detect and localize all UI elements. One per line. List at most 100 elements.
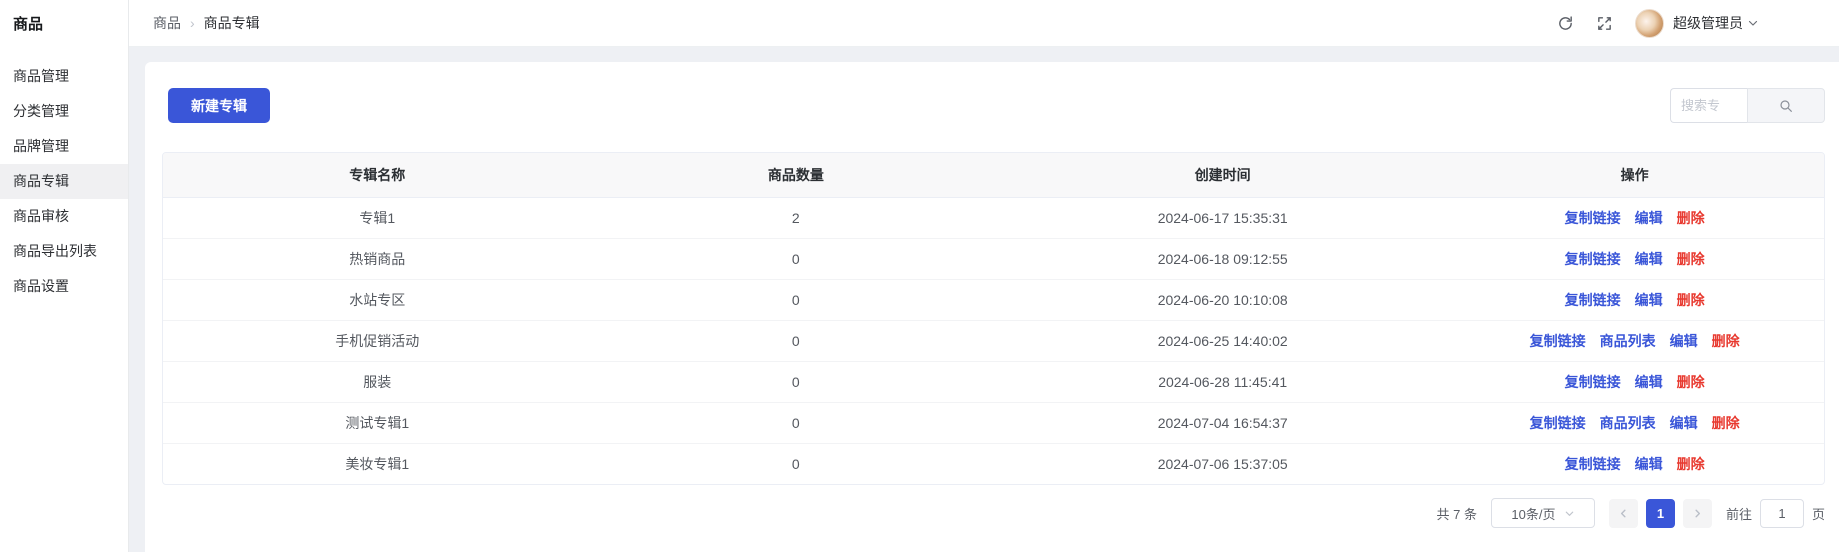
sidebar-item-product-review[interactable]: 商品审核 xyxy=(0,199,128,234)
chevron-down-icon xyxy=(1564,508,1575,519)
user-name[interactable]: 超级管理员 xyxy=(1673,13,1743,33)
table-body: 专辑122024-06-17 15:35:31复制链接编辑删除热销商品02024… xyxy=(163,197,1824,484)
pagination: 共 7 条 10条/页 1 前往 页 xyxy=(162,498,1825,528)
product-list-action[interactable]: 商品列表 xyxy=(1600,333,1656,349)
page-unit-label: 页 xyxy=(1812,504,1825,523)
copy-link-action[interactable]: 复制链接 xyxy=(1565,456,1621,472)
product-count-cell: 0 xyxy=(592,320,1001,361)
topbar-actions: 超级管理员 xyxy=(1535,9,1759,38)
created-time-cell: 2024-06-18 09:12:55 xyxy=(1000,238,1445,279)
album-name-cell: 美妆专辑1 xyxy=(163,443,592,484)
edit-action[interactable]: 编辑 xyxy=(1635,292,1663,308)
created-time-cell: 2024-07-04 16:54:37 xyxy=(1000,402,1445,443)
column-header-album-name: 专辑名称 xyxy=(163,153,592,197)
album-name-cell: 手机促销活动 xyxy=(163,320,592,361)
sidebar-item-product-management[interactable]: 商品管理 xyxy=(0,59,128,94)
sidebar-item-product-export-list[interactable]: 商品导出列表 xyxy=(0,234,128,269)
table-row: 水站专区02024-06-20 10:10:08复制链接编辑删除 xyxy=(163,279,1824,320)
column-header-created-time: 创建时间 xyxy=(1000,153,1445,197)
breadcrumb-item-products[interactable]: 商品 xyxy=(153,13,181,33)
created-time-cell: 2024-06-28 11:45:41 xyxy=(1000,361,1445,402)
actions-cell: 复制链接编辑删除 xyxy=(1445,443,1824,484)
toolbar: 新建专辑 xyxy=(162,88,1825,123)
chevron-right-icon xyxy=(1692,508,1703,519)
product-count-cell: 0 xyxy=(592,279,1001,320)
column-header-product-count: 商品数量 xyxy=(592,153,1001,197)
product-count-cell: 0 xyxy=(592,238,1001,279)
edit-action[interactable]: 编辑 xyxy=(1670,333,1698,349)
search-icon xyxy=(1778,98,1794,114)
edit-action[interactable]: 编辑 xyxy=(1635,374,1663,390)
copy-link-action[interactable]: 复制链接 xyxy=(1530,333,1586,349)
goto-page-input[interactable] xyxy=(1760,499,1804,528)
delete-action[interactable]: 删除 xyxy=(1712,415,1740,431)
fullscreen-icon[interactable] xyxy=(1596,15,1613,32)
page-size-select[interactable]: 10条/页 xyxy=(1491,498,1595,528)
prev-page-button[interactable] xyxy=(1609,499,1638,528)
product-count-cell: 0 xyxy=(592,361,1001,402)
actions-cell: 复制链接商品列表编辑删除 xyxy=(1445,320,1824,361)
actions-cell: 复制链接编辑删除 xyxy=(1445,238,1824,279)
copy-link-action[interactable]: 复制链接 xyxy=(1565,292,1621,308)
new-album-button[interactable]: 新建专辑 xyxy=(168,88,270,123)
product-count-cell: 2 xyxy=(592,197,1001,238)
delete-action[interactable]: 删除 xyxy=(1677,210,1705,226)
sidebar-item-product-albums[interactable]: 商品专辑 xyxy=(0,164,128,199)
sidebar-menu: 商品管理分类管理品牌管理商品专辑商品审核商品导出列表商品设置 xyxy=(0,47,128,304)
album-name-cell: 热销商品 xyxy=(163,238,592,279)
user-avatar[interactable] xyxy=(1635,9,1664,38)
table-row: 热销商品02024-06-18 09:12:55复制链接编辑删除 xyxy=(163,238,1824,279)
delete-action[interactable]: 删除 xyxy=(1677,251,1705,267)
actions-cell: 复制链接编辑删除 xyxy=(1445,197,1824,238)
edit-action[interactable]: 编辑 xyxy=(1635,456,1663,472)
table-row: 测试专辑102024-07-04 16:54:37 复制链接商品列表编辑删除 xyxy=(163,402,1824,443)
table-row: 专辑122024-06-17 15:35:31复制链接编辑删除 xyxy=(163,197,1824,238)
pagination-total: 共 7 条 xyxy=(1437,504,1477,523)
copy-link-action[interactable]: 复制链接 xyxy=(1565,210,1621,226)
product-count-cell: 0 xyxy=(592,402,1001,443)
page-1-button[interactable]: 1 xyxy=(1646,499,1675,528)
sidebar: 商品 商品管理分类管理品牌管理商品专辑商品审核商品导出列表商品设置 xyxy=(0,0,129,552)
breadcrumb: 商品 › 商品专辑 xyxy=(153,13,260,33)
search-input[interactable] xyxy=(1670,88,1747,123)
created-time-cell: 2024-06-17 15:35:31 xyxy=(1000,197,1445,238)
breadcrumb-separator-icon: › xyxy=(190,15,195,31)
created-time-cell: 2024-07-06 15:37:05 xyxy=(1000,443,1445,484)
album-name-cell: 服装 xyxy=(163,361,592,402)
sidebar-item-brand-management[interactable]: 品牌管理 xyxy=(0,129,128,164)
table-header-row: 专辑名称商品数量创建时间操作 xyxy=(163,153,1824,197)
sidebar-item-product-settings[interactable]: 商品设置 xyxy=(0,269,128,304)
created-time-cell: 2024-06-25 14:40:02 xyxy=(1000,320,1445,361)
refresh-icon[interactable] xyxy=(1557,15,1574,32)
page-size-value: 10条/页 xyxy=(1511,504,1555,523)
actions-cell: 复制链接编辑删除 xyxy=(1445,361,1824,402)
chevron-left-icon xyxy=(1618,508,1629,519)
album-name-cell: 测试专辑1 xyxy=(163,402,592,443)
copy-link-action[interactable]: 复制链接 xyxy=(1530,415,1586,431)
table-row: 服装02024-06-28 11:45:41复制链接编辑删除 xyxy=(163,361,1824,402)
product-list-action[interactable]: 商品列表 xyxy=(1600,415,1656,431)
edit-action[interactable]: 编辑 xyxy=(1635,210,1663,226)
product-count-cell: 0 xyxy=(592,443,1001,484)
chevron-down-icon xyxy=(1747,17,1759,29)
edit-action[interactable]: 编辑 xyxy=(1670,415,1698,431)
search-group xyxy=(1670,88,1825,123)
app-title: 商品 xyxy=(0,0,128,47)
search-button[interactable] xyxy=(1747,88,1825,123)
goto-page-label: 前往 xyxy=(1726,504,1752,523)
albums-table: 专辑名称商品数量创建时间操作 专辑122024-06-17 15:35:31复制… xyxy=(162,152,1825,485)
delete-action[interactable]: 删除 xyxy=(1677,456,1705,472)
top-header: 商品 › 商品专辑 超级管理员 xyxy=(129,0,1839,47)
album-name-cell: 水站专区 xyxy=(163,279,592,320)
content-card: 新建专辑 专辑名称商品数量创建时间操作 专辑122024-06-17 15:35… xyxy=(145,62,1839,552)
breadcrumb-item-current: 商品专辑 xyxy=(204,13,260,33)
delete-action[interactable]: 删除 xyxy=(1712,333,1740,349)
copy-link-action[interactable]: 复制链接 xyxy=(1565,374,1621,390)
next-page-button[interactable] xyxy=(1683,499,1712,528)
album-name-cell: 专辑1 xyxy=(163,197,592,238)
delete-action[interactable]: 删除 xyxy=(1677,292,1705,308)
copy-link-action[interactable]: 复制链接 xyxy=(1565,251,1621,267)
sidebar-item-category-management[interactable]: 分类管理 xyxy=(0,94,128,129)
delete-action[interactable]: 删除 xyxy=(1677,374,1705,390)
edit-action[interactable]: 编辑 xyxy=(1635,251,1663,267)
